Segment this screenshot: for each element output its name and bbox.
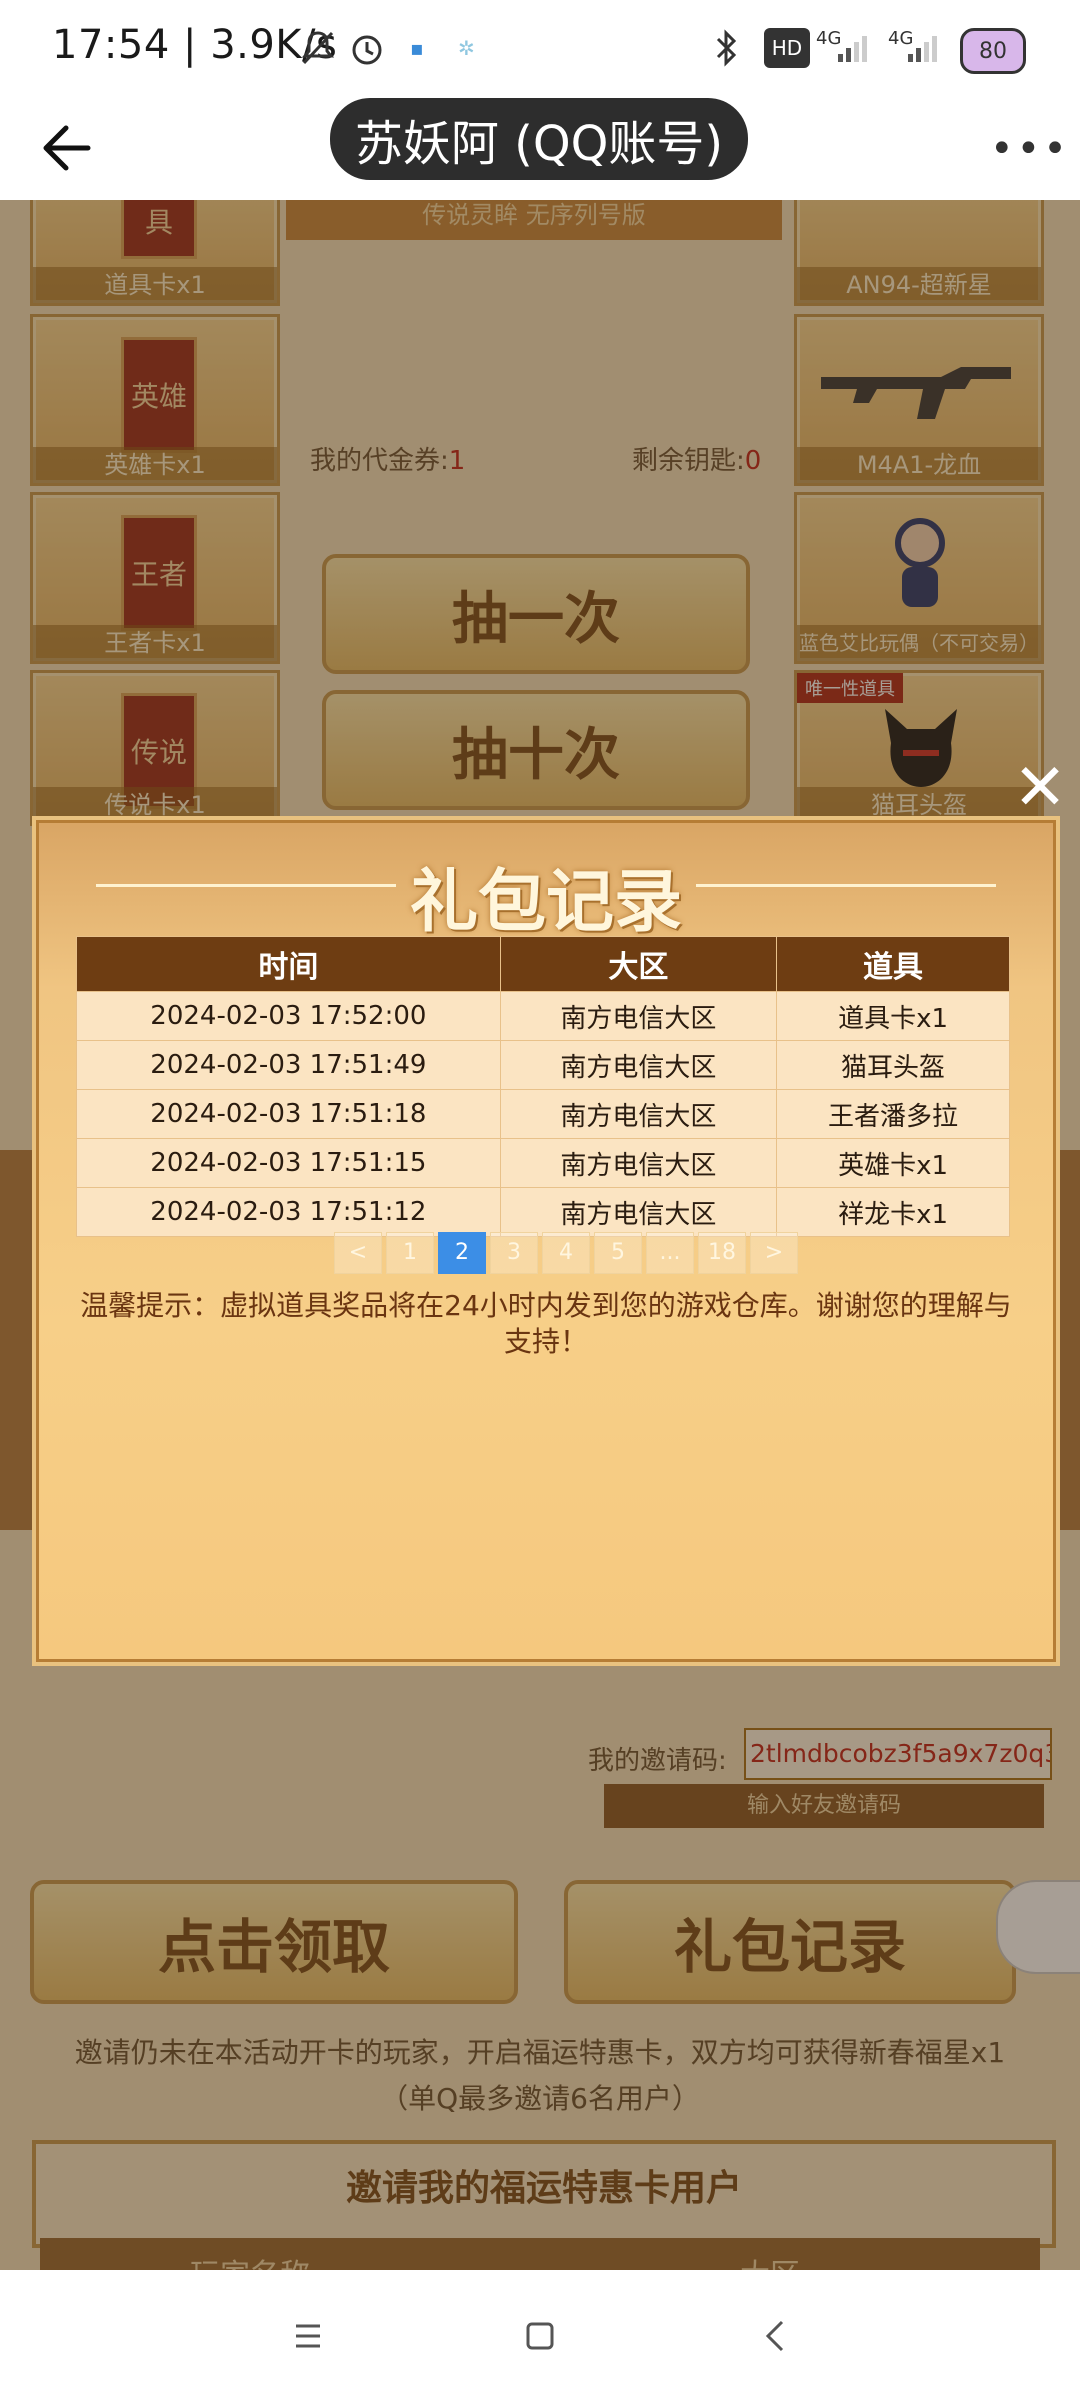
mute-bell-icon [300, 28, 336, 68]
battery-indicator: 80 [960, 28, 1026, 74]
pager-page-5[interactable]: 5 [594, 1232, 642, 1274]
cell-item: 王者潘多拉 [776, 1089, 1010, 1139]
close-icon[interactable]: ✕ [1010, 756, 1070, 820]
bluetooth-icon [714, 28, 740, 68]
table-row: 2024-02-03 17:51:49 南方电信大区 猫耳头盔 [76, 1040, 1010, 1090]
cell-region: 南方电信大区 [499, 1040, 778, 1090]
signal-2-icon [906, 28, 942, 68]
cell-region: 南方电信大区 [499, 1187, 778, 1237]
table-row: 2024-02-03 17:51:15 南方电信大区 英雄卡x1 [76, 1138, 1010, 1188]
app-notification-icon: ▪ [410, 36, 424, 60]
cell-time: 2024-02-03 17:51:12 [76, 1187, 501, 1237]
weather-icon: ✲ [458, 36, 475, 60]
home-icon[interactable] [516, 2312, 564, 2360]
gift-record-modal: 礼包记录 时间 大区 道具 2024-02-03 17:52:00 南方电信大区… [32, 816, 1060, 1666]
col-time: 时间 [76, 936, 501, 992]
menu-icon[interactable] [284, 2312, 332, 2360]
col-item: 道具 [776, 936, 1010, 992]
pager-prev[interactable]: < [334, 1232, 382, 1274]
pager-next[interactable]: > [750, 1232, 798, 1274]
title-bar: 苏妖阿 (QQ账号) ••• [0, 96, 1080, 200]
cell-time: 2024-02-03 17:52:00 [76, 991, 501, 1041]
more-options-icon[interactable]: ••• [990, 126, 1070, 172]
cell-item: 英雄卡x1 [776, 1138, 1010, 1188]
pager-ellipsis: ... [646, 1232, 694, 1274]
cell-time: 2024-02-03 17:51:18 [76, 1089, 501, 1139]
cell-region: 南方电信大区 [499, 1138, 778, 1188]
back-arrow-icon[interactable] [32, 116, 96, 180]
alarm-icon [348, 28, 386, 68]
back-nav-icon[interactable] [752, 2312, 800, 2360]
pager-page-4[interactable]: 4 [542, 1232, 590, 1274]
pagination: < 1 2 3 4 5 ... 18 > [334, 1232, 798, 1274]
table-header-row: 时间 大区 道具 [76, 936, 1010, 992]
gift-record-table: 时间 大区 道具 2024-02-03 17:52:00 南方电信大区 道具卡x… [76, 936, 1010, 1237]
cell-time: 2024-02-03 17:51:49 [76, 1040, 501, 1090]
cell-time: 2024-02-03 17:51:15 [76, 1138, 501, 1188]
page-title: 苏妖阿 (QQ账号) [330, 98, 748, 180]
system-nav-bar [0, 2270, 1080, 2400]
col-region: 大区 [499, 936, 778, 992]
table-row: 2024-02-03 17:52:00 南方电信大区 道具卡x1 [76, 991, 1010, 1041]
status-bar: 17:54 | 3.9K/s ▪ ✲ HD 4G 4G 80 [0, 0, 1080, 96]
cell-item: 猫耳头盔 [776, 1040, 1010, 1090]
signal-1-icon [836, 28, 872, 68]
pager-page-18[interactable]: 18 [698, 1232, 746, 1274]
table-row: 2024-02-03 17:51:12 南方电信大区 祥龙卡x1 [76, 1187, 1010, 1237]
status-time: 17:54 [52, 22, 170, 68]
hd-badge: HD [764, 28, 810, 68]
status-time-speed: 17:54 | 3.9K/s [52, 22, 338, 68]
cell-item: 祥龙卡x1 [776, 1187, 1010, 1237]
cell-item: 道具卡x1 [776, 991, 1010, 1041]
pager-page-3[interactable]: 3 [490, 1232, 538, 1274]
cell-region: 南方电信大区 [499, 991, 778, 1041]
table-row: 2024-02-03 17:51:18 南方电信大区 王者潘多拉 [76, 1089, 1010, 1139]
pager-page-1[interactable]: 1 [386, 1232, 434, 1274]
modal-title: 礼包记录 [409, 863, 682, 942]
cell-region: 南方电信大区 [499, 1089, 778, 1139]
reminder-tip: 温馨提示：虚拟道具奖品将在24小时内发到您的游戏仓库。谢谢您的理解与支持！ [80, 1289, 1012, 1358]
pager-page-2-current[interactable]: 2 [438, 1232, 486, 1274]
